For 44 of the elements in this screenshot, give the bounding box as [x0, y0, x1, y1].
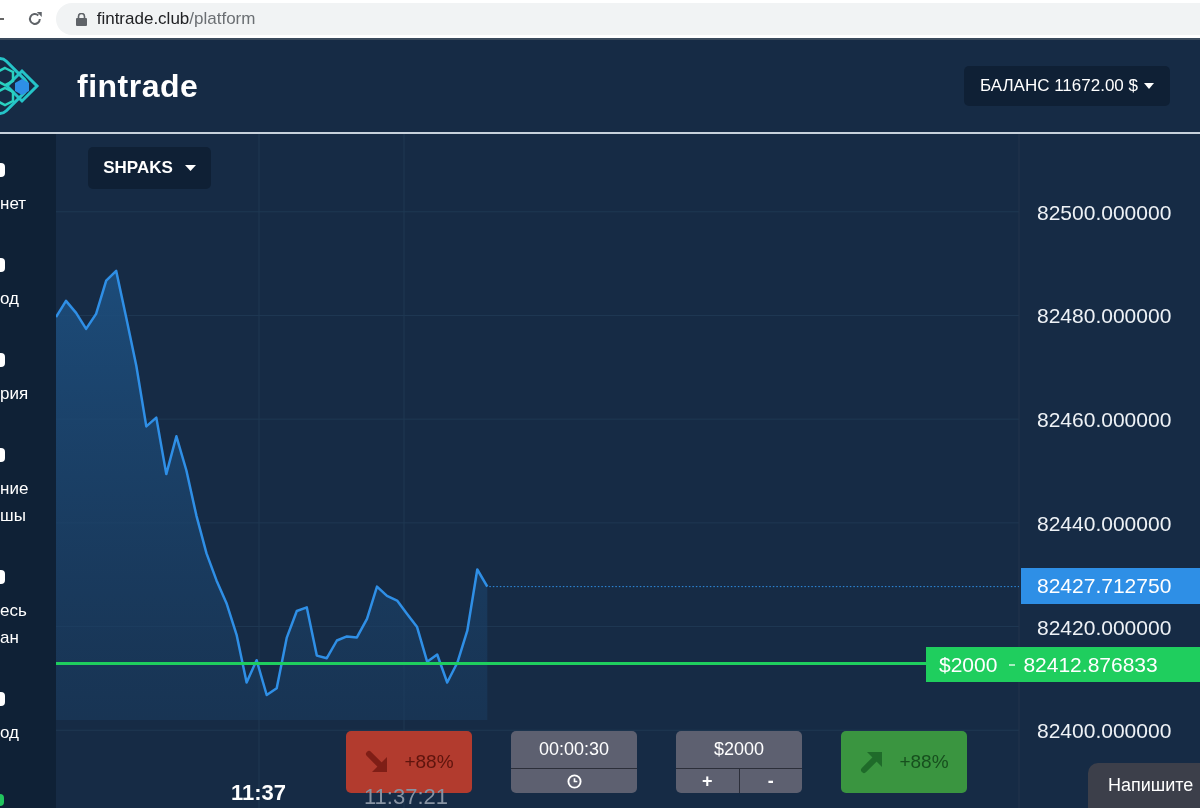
asset-dropdown[interactable]: SHPAKS	[88, 147, 211, 189]
balance-dropdown[interactable]: БАЛАНС 11672.00 $	[963, 66, 1170, 106]
clock-icon	[566, 773, 582, 789]
sidebar-item[interactable]: од	[0, 258, 56, 353]
caret-icon	[184, 165, 196, 171]
sidebar-label: шы	[0, 505, 26, 527]
axis-label: 82500.000000	[1037, 200, 1172, 224]
sidebar-label: од	[0, 722, 19, 744]
increase-button[interactable]: +	[676, 769, 739, 793]
cropped-icon	[0, 353, 5, 367]
sidebar-label: ан	[0, 627, 19, 649]
decrease-button[interactable]: -	[738, 769, 802, 793]
sidebar-item[interactable]: рия	[0, 353, 56, 448]
cropped-icon	[0, 570, 5, 584]
price-marker: 82427.712750	[1021, 568, 1200, 604]
deal-amount: $2000	[939, 652, 998, 677]
timer-value: 00:00:30	[511, 731, 637, 769]
sidebar-label: ние	[0, 478, 29, 500]
axis-label: 82420.000000	[1037, 615, 1172, 639]
axis-label: 82440.000000	[1037, 511, 1172, 535]
cropped-icon	[0, 448, 5, 462]
sidebar-item[interactable]: од	[0, 692, 56, 787]
axis-label: 82480.000000	[1037, 304, 1172, 328]
sidebar-item[interactable]: ние шы	[0, 448, 56, 570]
sidebar-item[interactable]: нет	[0, 163, 56, 258]
axis-label: 82460.000000	[1037, 408, 1172, 432]
axis-label: 82400.000000	[1037, 719, 1172, 743]
sidebar-label: рия	[0, 383, 29, 405]
address-bar[interactable]: fintrade.club/platform	[55, 3, 1200, 35]
sidebar-item[interactable]: есь ан	[0, 570, 56, 692]
caret-icon	[1144, 83, 1154, 89]
sidebar-label: нет	[0, 193, 27, 215]
cropped-icon	[0, 163, 5, 177]
cropped-icon	[0, 692, 5, 706]
brand-name: fintrade	[77, 67, 199, 105]
sidebar-label: од	[0, 288, 19, 310]
amount-value: $2000	[676, 731, 802, 769]
lock-icon	[75, 12, 87, 26]
sidebar-label: есь	[0, 600, 27, 622]
chat-button[interactable]: Напишите	[1088, 763, 1200, 808]
axis-label: 11:37	[231, 780, 287, 806]
cropped-icon	[0, 258, 5, 272]
deal-price: 82412.876833	[1023, 652, 1158, 677]
url-text: fintrade.club/platform	[96, 9, 256, 29]
